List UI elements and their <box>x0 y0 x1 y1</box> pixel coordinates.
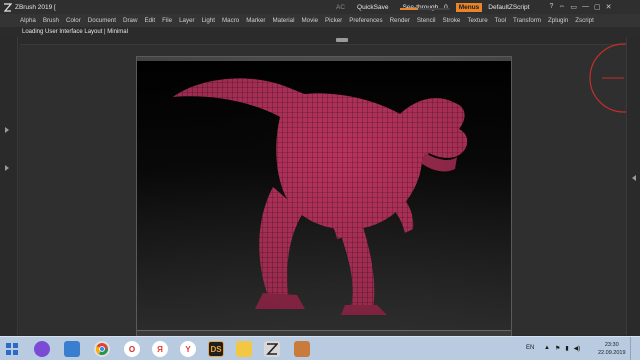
menus-button[interactable]: Menus <box>455 2 483 12</box>
menu-tool[interactable]: Tool <box>495 17 506 24</box>
flag-icon[interactable]: ⚑ <box>555 345 560 352</box>
menu-light[interactable]: Light <box>202 17 215 24</box>
seethrough-fill <box>400 7 418 10</box>
daz-studio-icon[interactable]: DS <box>208 341 224 357</box>
title-bar: ZBrush 2019 [ AC QuickSave See-through 0… <box>0 0 640 14</box>
status-bar: Loading User Interface Layout | Minimal <box>0 27 640 37</box>
left-tray-arrow-icon[interactable] <box>5 127 9 133</box>
maximize-icon[interactable]: ▢ <box>594 3 601 11</box>
menu-file[interactable]: File <box>162 17 172 24</box>
system-tray: ▲ ⚑ ▮ ◀) <box>544 345 580 352</box>
menu-layer[interactable]: Layer <box>179 17 194 24</box>
menu-picker[interactable]: Picker <box>325 17 342 24</box>
layout-icon[interactable]: ▭ <box>570 3 577 11</box>
menu-stencil[interactable]: Stencil <box>417 17 436 24</box>
window-controls: ? ⇔ ▭ — ▢ ✕ <box>549 3 611 11</box>
menu-color[interactable]: Color <box>66 17 81 24</box>
show-desktop-button[interactable] <box>630 337 640 360</box>
navigation-gizmo-icon[interactable] <box>580 40 626 120</box>
menu-draw[interactable]: Draw <box>123 17 137 24</box>
right-tray-arrow-icon[interactable] <box>632 175 636 181</box>
menu-zscript[interactable]: Zscript <box>575 17 594 24</box>
file-explorer-icon[interactable] <box>64 341 80 357</box>
alice-assistant-icon[interactable] <box>34 341 50 357</box>
app-icon[interactable] <box>294 341 310 357</box>
swap-layout-icon[interactable]: ⇔ <box>558 3 565 11</box>
chrome-icon[interactable] <box>94 341 110 357</box>
trex-model-image[interactable] <box>137 57 512 337</box>
volume-icon[interactable]: ◀) <box>574 345 581 352</box>
show-hidden-icons-icon[interactable]: ▲ <box>544 345 550 352</box>
menu-transform[interactable]: Transform <box>513 17 541 24</box>
zbrush-taskbar-icon[interactable] <box>264 341 280 357</box>
yandex-icon[interactable]: Я <box>152 341 168 357</box>
zbrush-logo-icon <box>2 2 12 12</box>
default-zscript-button[interactable]: DefaultZScript <box>488 4 529 11</box>
language-indicator[interactable]: EN <box>526 345 534 351</box>
start-button[interactable] <box>4 341 20 357</box>
shelf-drag-handle[interactable] <box>336 38 348 42</box>
windows-taskbar: O Я Y DS EN ▲ ⚑ ▮ ◀) 23:30 22.09.2019 <box>0 336 640 360</box>
menu-marker[interactable]: Marker <box>246 17 265 24</box>
menu-movie[interactable]: Movie <box>302 17 319 24</box>
shelf-divider <box>20 44 626 45</box>
menu-macro[interactable]: Macro <box>222 17 239 24</box>
help-icon[interactable]: ? <box>549 3 553 11</box>
document-canvas[interactable] <box>136 56 512 337</box>
menu-stroke[interactable]: Stroke <box>442 17 460 24</box>
menu-alpha[interactable]: Alpha <box>20 17 36 24</box>
close-icon[interactable]: ✕ <box>606 3 612 11</box>
menu-texture[interactable]: Texture <box>467 17 487 24</box>
left-tray-arrow-icon[interactable] <box>5 165 9 171</box>
clock-time: 23:30 <box>604 342 619 348</box>
right-tray[interactable] <box>626 37 640 335</box>
seethrough-track <box>400 7 450 10</box>
menu-bar: Alpha Brush Color Document Draw Edit Fil… <box>0 14 640 27</box>
menu-zplugin[interactable]: Zplugin <box>548 17 568 24</box>
yandex-browser-icon[interactable]: Y <box>180 341 196 357</box>
menu-preferences[interactable]: Preferences <box>349 17 382 24</box>
clock-date: 22.09.2019 <box>598 350 626 356</box>
folder-icon[interactable] <box>236 341 252 357</box>
seethrough-slider[interactable]: See-through 0 <box>400 4 450 11</box>
menu-document[interactable]: Document <box>88 17 116 24</box>
menu-material[interactable]: Material <box>272 17 294 24</box>
menu-render[interactable]: Render <box>390 17 410 24</box>
status-text: Loading User Interface Layout | Minimal <box>22 29 128 35</box>
clock[interactable]: 23:30 22.09.2019 <box>598 341 626 357</box>
quicksave-button[interactable]: QuickSave <box>357 4 388 11</box>
app-title: ZBrush 2019 [ <box>15 3 56 11</box>
menu-edit[interactable]: Edit <box>144 17 155 24</box>
left-tray[interactable] <box>0 37 18 335</box>
opera-icon[interactable]: O <box>124 341 140 357</box>
minimize-icon[interactable]: — <box>582 3 589 11</box>
ac-toggle[interactable]: AC <box>336 4 345 11</box>
battery-icon[interactable]: ▮ <box>565 345 568 352</box>
menu-brush[interactable]: Brush <box>43 17 59 24</box>
